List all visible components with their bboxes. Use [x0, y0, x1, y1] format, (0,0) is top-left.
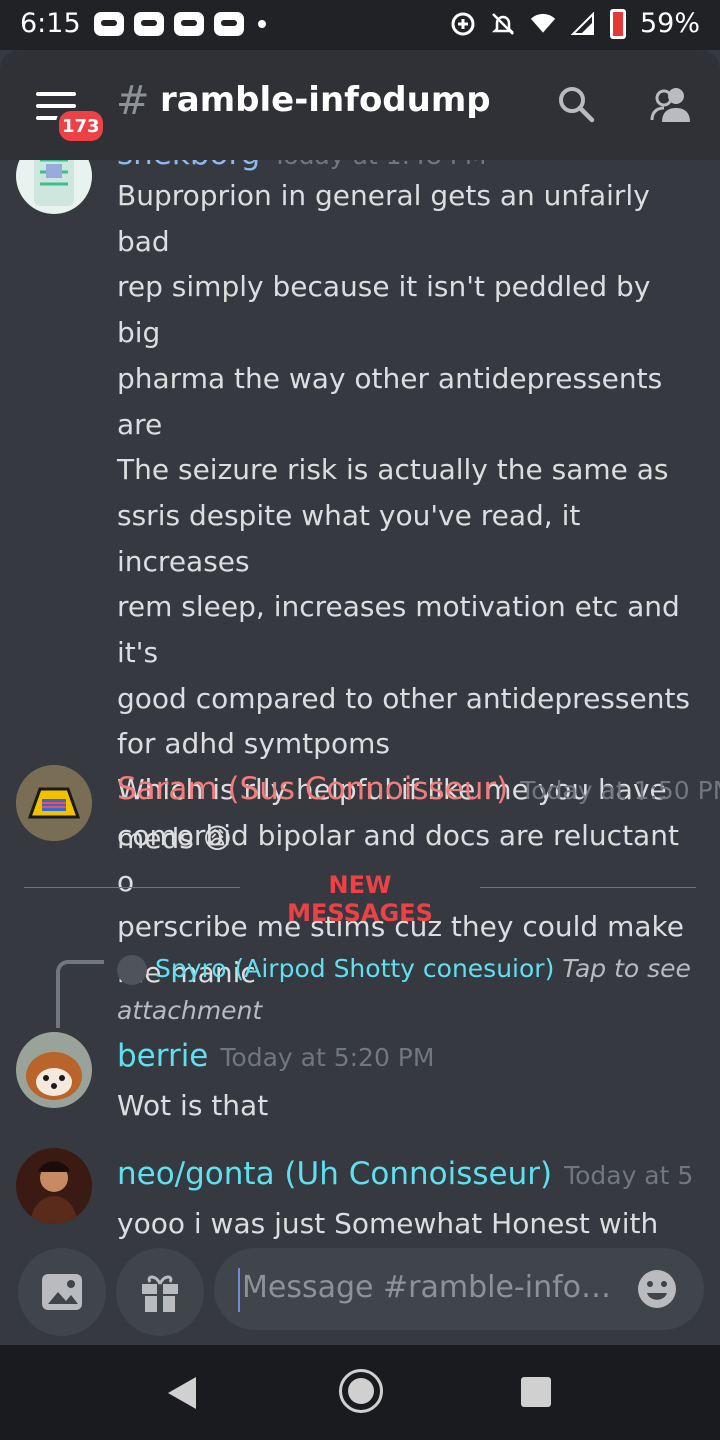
- message-author[interactable]: Saram (Sus Connoisseur) Today at 1:50 PM: [117, 771, 720, 807]
- message-body: meds 😩: [117, 822, 232, 855]
- message-placeholder: Message #ramble-infodu...: [242, 1270, 612, 1305]
- notifications-off-icon: [490, 11, 516, 37]
- message-author[interactable]: snekborg Today at 1:48 PM: [117, 160, 486, 172]
- message-list[interactable]: snekborg Today at 1:48 PM Buproprion in g…: [0, 160, 720, 1240]
- notification-icons: [94, 12, 266, 36]
- author-name[interactable]: neo/gonta (Uh Connoisseur): [117, 1156, 552, 1192]
- back-icon[interactable]: [168, 1377, 196, 1409]
- discord-icon: [134, 12, 164, 36]
- clock: 6:15: [20, 8, 81, 39]
- message-timestamp: Today at 5: [564, 1161, 694, 1190]
- reply-author[interactable]: Spyro (Airpod Shotty conesuior): [155, 954, 554, 983]
- channel-hash-icon: #: [116, 78, 150, 124]
- author-name[interactable]: Saram (Sus Connoisseur): [117, 771, 508, 807]
- avatar[interactable]: [16, 1148, 92, 1224]
- author-name[interactable]: berrie: [117, 1038, 208, 1074]
- gift-icon: [142, 1275, 178, 1312]
- message-body: Wot is that: [117, 1089, 269, 1122]
- cell-signal-icon: [570, 11, 596, 37]
- emoji-icon[interactable]: [636, 1268, 678, 1310]
- discord-icon: [94, 12, 124, 36]
- message-line: pharma the way other antidepressents are: [117, 361, 663, 441]
- new-messages-label: NEW MESSAGES: [287, 871, 433, 927]
- channel-header: 173 # ramble-infodump: [0, 50, 720, 160]
- image-upload-button[interactable]: [18, 1248, 106, 1336]
- unread-badge: 173: [56, 108, 106, 144]
- message-author[interactable]: neo/gonta (Uh Connoisseur) Today at 5: [117, 1156, 693, 1192]
- message-author[interactable]: berrie Today at 5:20 PM: [117, 1038, 434, 1074]
- battery-percent: 59%: [639, 8, 700, 39]
- home-icon[interactable]: [339, 1369, 383, 1413]
- message-body: yooo i was just Somewhat Honest with my: [117, 1207, 659, 1240]
- members-icon[interactable]: [650, 84, 694, 124]
- message-line: The seizure risk is actually the same as: [117, 453, 669, 487]
- data-saver-icon: [450, 11, 476, 37]
- avatar[interactable]: [16, 160, 92, 214]
- avatar[interactable]: [16, 765, 92, 841]
- more-notifications-dot: [258, 20, 266, 28]
- author-name[interactable]: snekborg: [117, 160, 260, 172]
- gift-button[interactable]: [116, 1248, 204, 1336]
- message-line: ssris despite what you've read, it incre…: [117, 498, 581, 578]
- system-nav-bar: [0, 1345, 720, 1440]
- text-caret: [238, 1268, 240, 1312]
- message-line: rem sleep, increases motivation etc and …: [117, 590, 680, 670]
- message-timestamp: Today at 1:50 PM: [520, 776, 720, 805]
- reply-connector: [56, 960, 104, 1028]
- avatar[interactable]: [16, 1032, 92, 1108]
- discord-icon: [214, 12, 244, 36]
- message-line: Buproprion in general gets an unfairly b…: [117, 179, 650, 258]
- channel-title[interactable]: ramble-infodump: [160, 80, 491, 120]
- reply-reference[interactable]: Spyro (Airpod Shotty conesuior) Tap to s…: [117, 948, 697, 1032]
- message-timestamp: Today at 5:20 PM: [220, 1043, 435, 1072]
- new-messages-divider: NEW MESSAGES: [24, 871, 696, 927]
- message-composer: Message #ramble-infodu...: [0, 1240, 720, 1345]
- status-bar: 6:15 59%: [0, 0, 720, 50]
- message-timestamp: Today at 1:48 PM: [272, 160, 486, 170]
- discord-icon: [174, 12, 204, 36]
- battery-icon: [609, 8, 626, 39]
- reply-avatar: [117, 955, 147, 985]
- message-input[interactable]: Message #ramble-infodu...: [214, 1248, 704, 1330]
- recents-icon[interactable]: [521, 1377, 551, 1407]
- message-line: for adhd symtpoms: [117, 727, 390, 761]
- wifi-icon: [530, 11, 556, 37]
- message-line: good compared to other antidepressents: [117, 681, 691, 715]
- search-icon[interactable]: [556, 84, 596, 124]
- message-line: rep simply because it isn't peddled by b…: [117, 270, 651, 350]
- status-icons: 59%: [450, 8, 700, 39]
- image-icon: [42, 1274, 82, 1310]
